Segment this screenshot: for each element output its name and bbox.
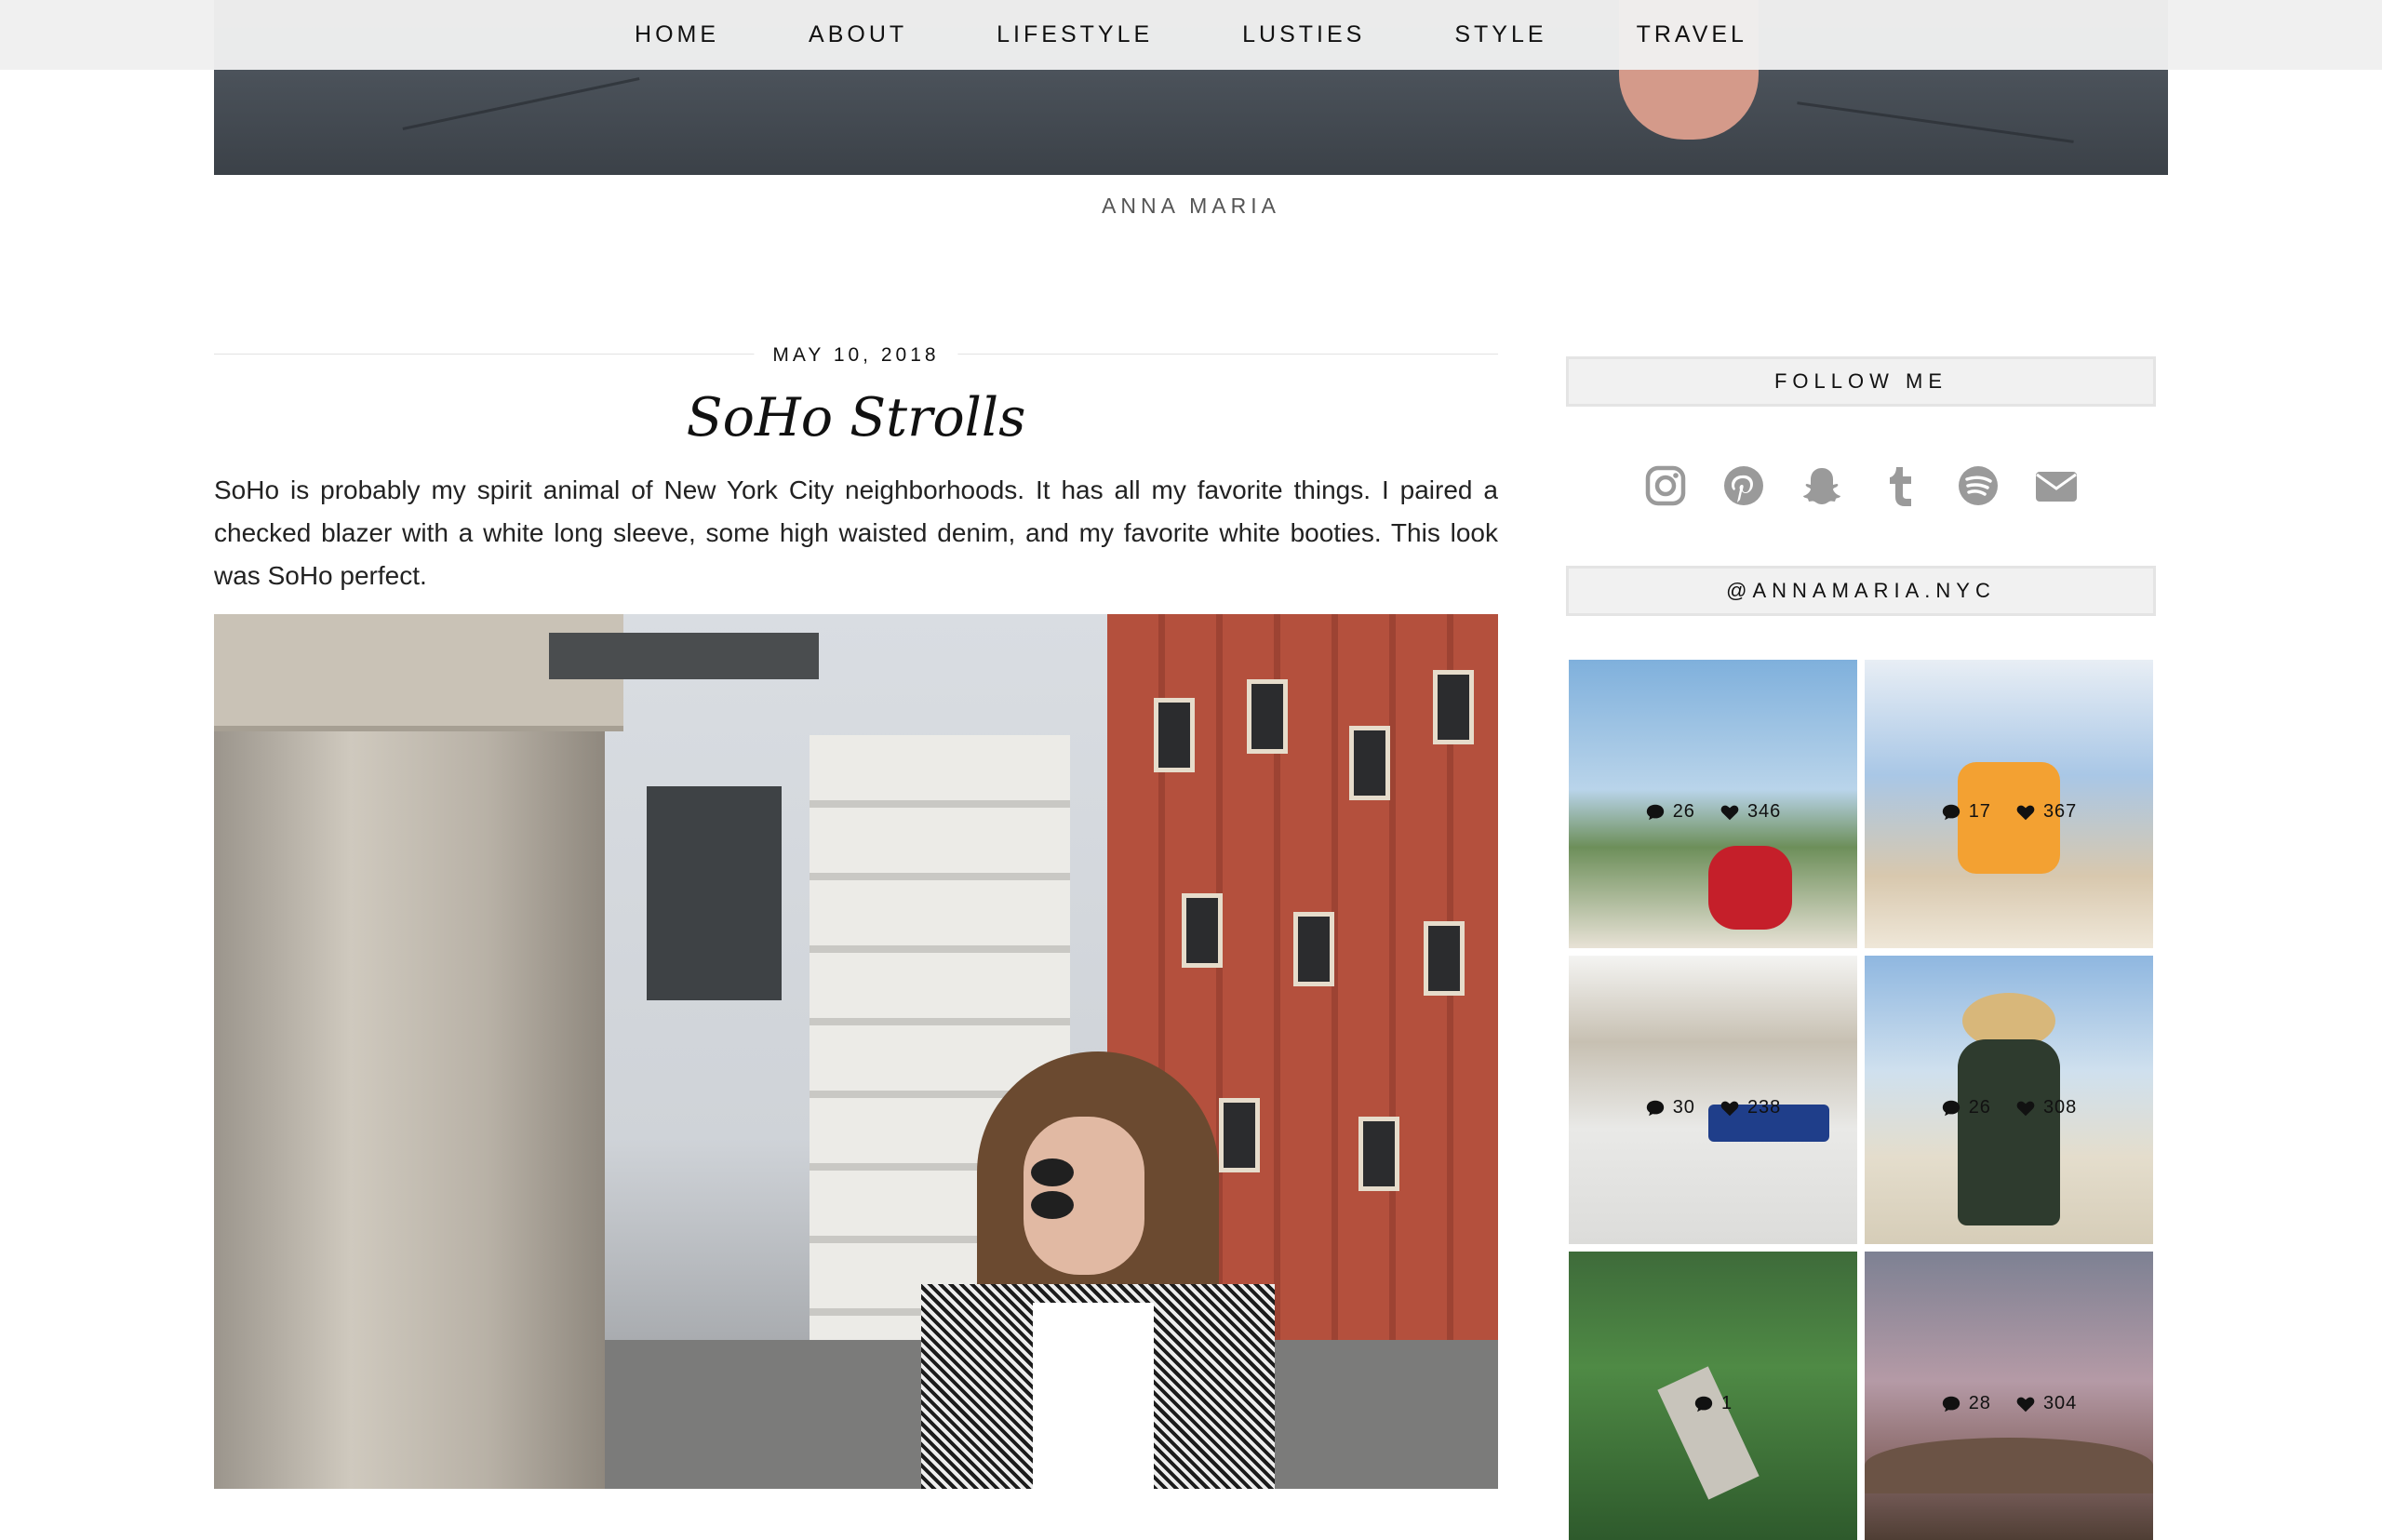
comment-icon [1942, 1396, 1960, 1412]
heart-icon [2016, 805, 2035, 820]
spotify-icon[interactable] [1955, 462, 2001, 509]
post-title[interactable]: SoHo Strolls [214, 387, 1498, 449]
instagram-post[interactable]: 17 367 [1865, 660, 2153, 948]
photo-window [1433, 670, 1474, 744]
post-photo[interactable] [214, 614, 1498, 1489]
photo-window [1182, 893, 1223, 968]
heart-icon [2016, 1397, 2035, 1412]
instagram-post[interactable]: 28 304 [1865, 1252, 2153, 1540]
photo-window [1293, 912, 1334, 986]
nav-item-travel[interactable]: TRAVEL [1637, 21, 1747, 48]
comment-count: 30 [1672, 1097, 1695, 1118]
post-date: MAY 10, 2018 [754, 344, 958, 367]
instagram-post-stats: 30 238 [1569, 1097, 1857, 1118]
comment-icon [1694, 1396, 1713, 1412]
instagram-post-stats: 1 [1569, 1393, 1857, 1414]
main-nav: HOME ABOUT LIFESTYLE LUSTIES STYLE TRAVE… [0, 0, 2382, 70]
photo-window [1247, 679, 1288, 754]
photo-window [1358, 1117, 1399, 1191]
photo-window [1219, 1098, 1260, 1172]
instagram-post[interactable]: 26 308 [1865, 956, 2153, 1244]
tumblr-icon[interactable] [1877, 462, 1923, 509]
site-name[interactable]: ANNA MARIA [0, 194, 2382, 219]
instagram-post[interactable]: 26 346 [1569, 660, 1857, 948]
nav-item-style[interactable]: STYLE [1454, 21, 1546, 48]
comment-count: 26 [1968, 1097, 1991, 1118]
comment-icon [1646, 1100, 1664, 1116]
pinterest-icon[interactable] [1720, 462, 1767, 509]
photo-window [1154, 698, 1195, 772]
like-count: 346 [1746, 801, 1782, 822]
comment-icon [1942, 804, 1960, 820]
comment-icon [1942, 1100, 1960, 1116]
photo-pillar [214, 614, 605, 1489]
comment-count: 17 [1968, 801, 1991, 822]
photo-store-sign [647, 786, 782, 1000]
like-count: 304 [2042, 1393, 2078, 1413]
instagram-post-stats: 17 367 [1865, 801, 2153, 823]
comment-count: 28 [1968, 1393, 1991, 1413]
photo-window [1349, 726, 1390, 800]
nav-item-lifestyle[interactable]: LIFESTYLE [997, 21, 1153, 48]
instagram-handle-title[interactable]: @ANNAMARIA.NYC [1566, 566, 2156, 616]
post-date-row: MAY 10, 2018 [214, 335, 1498, 376]
banner-texture [1797, 101, 2074, 143]
heart-icon [1720, 805, 1739, 820]
blog-post: MAY 10, 2018 SoHo Strolls SoHo is probab… [214, 335, 1498, 597]
banner-texture [402, 77, 640, 130]
photo-sign-arm [549, 633, 819, 679]
instagram-post[interactable]: 30 238 [1569, 956, 1857, 1244]
photo-window [1424, 921, 1465, 996]
photo-white-top [1033, 1303, 1154, 1489]
heart-icon [2016, 1101, 2035, 1116]
like-count: 308 [2042, 1097, 2078, 1118]
snapchat-icon[interactable] [1799, 462, 1845, 509]
comment-count: 1 [1720, 1393, 1733, 1413]
like-count: 238 [1746, 1097, 1782, 1118]
instagram-post-stats: 26 346 [1569, 801, 1857, 823]
like-count: 367 [2042, 801, 2078, 822]
follow-me-title: FOLLOW ME [1566, 356, 2156, 407]
email-icon[interactable] [2033, 462, 2080, 509]
heart-icon [1720, 1101, 1739, 1116]
instagram-icon[interactable] [1642, 462, 1689, 509]
instagram-post[interactable]: 1 [1569, 1252, 1857, 1540]
comment-icon [1646, 804, 1664, 820]
instagram-post-stats: 26 308 [1865, 1097, 2153, 1118]
social-icons [1566, 456, 2156, 516]
post-body: SoHo is probably my spirit animal of New… [214, 475, 1498, 590]
comment-count: 26 [1672, 801, 1695, 822]
photo-sunglasses [1031, 1158, 1138, 1219]
instagram-post-stats: 28 304 [1865, 1393, 2153, 1414]
nav-item-lusties[interactable]: LUSTIES [1242, 21, 1365, 48]
nav-item-about[interactable]: ABOUT [809, 21, 907, 48]
nav-item-home[interactable]: HOME [635, 21, 719, 48]
